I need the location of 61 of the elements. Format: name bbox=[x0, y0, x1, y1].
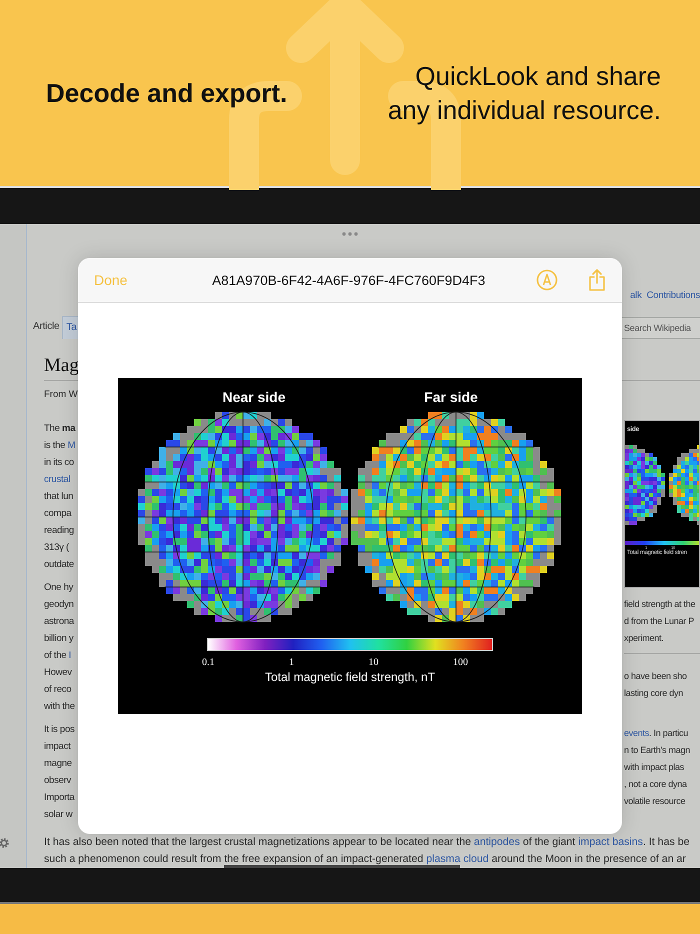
link[interactable]: cloud bbox=[460, 853, 489, 865]
text-line: Howev bbox=[44, 666, 73, 680]
text-line: n to Earth's magn bbox=[624, 744, 692, 757]
text-line: of the I bbox=[44, 649, 72, 663]
header-link[interactable]: alk bbox=[630, 290, 642, 304]
page-tab[interactable]: Article bbox=[30, 316, 62, 339]
text-line: One hy bbox=[44, 581, 74, 595]
text-line: that lun bbox=[44, 490, 74, 504]
subheadline: any individual resource. bbox=[388, 94, 661, 127]
text-line: with the bbox=[44, 700, 76, 714]
text-line: events. In particu bbox=[624, 727, 690, 740]
text-line: volatile resource bbox=[624, 795, 686, 808]
text-line: It is pos bbox=[44, 723, 76, 737]
figure-label: Near side bbox=[221, 389, 287, 405]
text-line: lasting core dyn bbox=[624, 687, 684, 700]
figure-label: Far side bbox=[423, 389, 479, 405]
caption-line: d from the Lunar P bbox=[624, 615, 696, 628]
text-line: magne bbox=[44, 757, 73, 771]
search-field[interactable]: Search Wikipedia bbox=[621, 317, 700, 339]
subheadline: QuickLook and share bbox=[414, 60, 661, 93]
text-line: impact bbox=[44, 740, 72, 754]
caption-line: xperiment. bbox=[624, 632, 665, 645]
share-icon[interactable] bbox=[588, 268, 606, 292]
settings-icon bbox=[0, 837, 10, 849]
scale-label: Total magnetic field strength, nT bbox=[264, 670, 436, 684]
text-line: geodyn bbox=[44, 598, 75, 612]
text-line: Importa bbox=[44, 791, 76, 805]
text-line: billion y bbox=[44, 632, 74, 646]
article-subtitle: From W bbox=[44, 389, 78, 400]
link[interactable]: impact basins bbox=[578, 836, 643, 848]
text-line: observ bbox=[44, 774, 72, 788]
scale-tick-label: 1 bbox=[289, 657, 294, 668]
multitask-handle-icon bbox=[342, 232, 358, 236]
scale-tick-label: 10 bbox=[368, 657, 378, 668]
caption-line: field strength at the bbox=[624, 598, 696, 611]
text-line: of reco bbox=[44, 683, 72, 697]
text-line: with impact plas bbox=[624, 761, 686, 774]
link[interactable]: I bbox=[68, 650, 72, 661]
link[interactable]: antipodes bbox=[474, 836, 520, 848]
text-line: , not a core dyna bbox=[624, 778, 688, 791]
markup-icon[interactable] bbox=[536, 269, 558, 291]
text-line: outdate bbox=[44, 558, 75, 572]
link[interactable]: events bbox=[624, 728, 650, 738]
text-line: compa bbox=[44, 507, 72, 521]
text-line: reading bbox=[44, 524, 75, 538]
text-line: o have been sho bbox=[624, 670, 688, 683]
text-line: astrona bbox=[44, 615, 76, 629]
article-heading: Mag bbox=[44, 354, 79, 378]
link[interactable]: crustal bbox=[44, 474, 70, 485]
headline: Decode and export. bbox=[46, 78, 288, 108]
text-line: solar w bbox=[44, 808, 74, 822]
scale-tick-label: 100 bbox=[453, 657, 468, 668]
header-link[interactable]: Contributions bbox=[646, 290, 700, 304]
text-line: It has also been noted that the largest crustal magnetizations appear to be located near the antipodes of the giant impact basins. It has be bbox=[44, 835, 690, 850]
text-line: 313γ ( bbox=[44, 541, 70, 555]
text-line: The ma bbox=[44, 422, 77, 436]
text-line: is the M bbox=[44, 439, 76, 453]
scale-tick-label: 0.1 bbox=[202, 657, 214, 668]
sheet-title: A81A970B-6F42-4A6F-976F-4FC760F9D4F3 bbox=[211, 272, 486, 288]
link[interactable]: M bbox=[68, 440, 76, 451]
text-line: in its co bbox=[44, 456, 75, 470]
